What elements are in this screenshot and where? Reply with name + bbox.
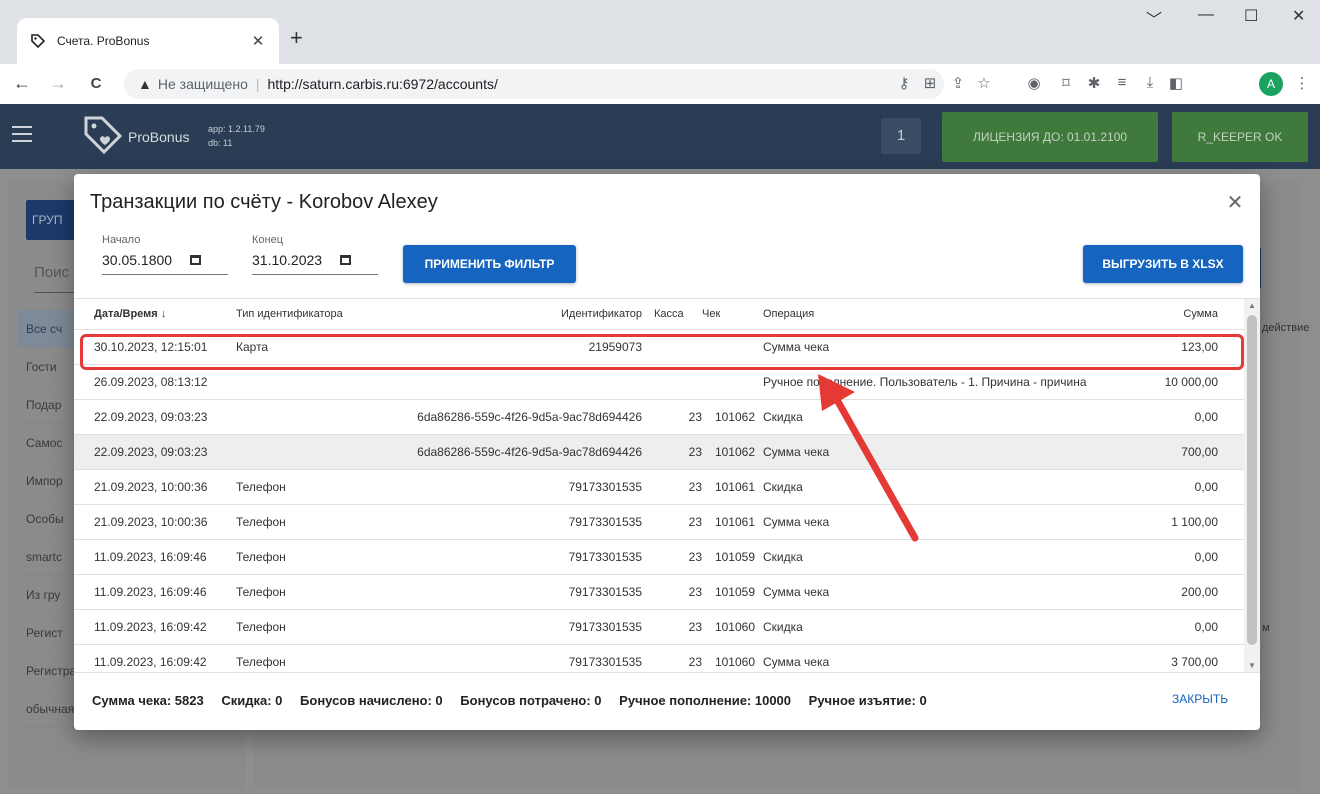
arrow-annotation <box>818 374 919 542</box>
